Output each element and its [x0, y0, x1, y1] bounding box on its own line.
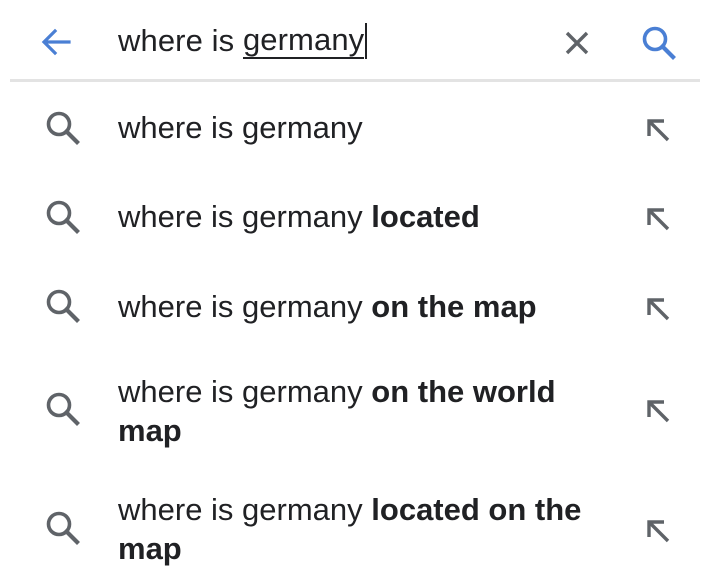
arrow-up-left-icon[interactable]: [640, 291, 676, 327]
arrow-left-icon: [41, 28, 71, 56]
suggestion-search-icon: [44, 509, 82, 547]
arrow-up-left-icon[interactable]: [640, 513, 676, 549]
suggestion-bold-text: located: [371, 199, 480, 234]
suggestion-item[interactable]: where is germany: [0, 88, 720, 168]
suggestion-search-icon: [44, 109, 82, 147]
suggestion-text: where is germany located: [118, 197, 588, 236]
query-composing-text: germany: [242, 22, 365, 59]
query-text: where is: [118, 23, 243, 58]
suggestion-base-text: where is germany: [118, 374, 372, 409]
suggestion-search-icon: [44, 390, 82, 428]
search-icon: [642, 26, 676, 60]
suggestion-text: where is germany: [118, 108, 588, 147]
search-button[interactable]: [636, 20, 682, 66]
suggestion-bold-text: on the map: [371, 289, 537, 324]
arrow-up-left-icon[interactable]: [640, 201, 676, 237]
arrow-up-left-icon[interactable]: [640, 112, 676, 148]
suggestion-text: where is germany on the world map: [118, 372, 588, 450]
suggestion-search-icon: [44, 287, 82, 325]
back-button[interactable]: [36, 22, 76, 62]
clear-button[interactable]: [556, 22, 598, 64]
search-input[interactable]: where is germany: [118, 18, 368, 64]
suggestion-item[interactable]: where is germany on the world map: [0, 362, 720, 462]
suggestion-search-icon: [44, 198, 82, 236]
search-divider: [10, 79, 700, 82]
suggestion-item[interactable]: where is germany on the map: [0, 266, 720, 346]
close-icon: [565, 31, 589, 55]
text-cursor: [365, 23, 368, 59]
search-screen: where is germany where is germany where …: [0, 0, 720, 588]
suggestion-base-text: where is germany: [118, 110, 363, 145]
suggestion-text: where is germany located on the map: [118, 490, 588, 568]
arrow-up-left-icon[interactable]: [640, 393, 676, 429]
suggestion-base-text: where is germany: [118, 289, 372, 324]
search-bar: where is germany: [0, 0, 720, 82]
suggestion-base-text: where is germany: [118, 492, 372, 527]
suggestion-base-text: where is germany: [118, 199, 372, 234]
suggestion-item[interactable]: where is germany located on the map: [0, 480, 720, 580]
suggestion-text: where is germany on the map: [118, 287, 588, 326]
suggestion-item[interactable]: where is germany located: [0, 177, 720, 257]
